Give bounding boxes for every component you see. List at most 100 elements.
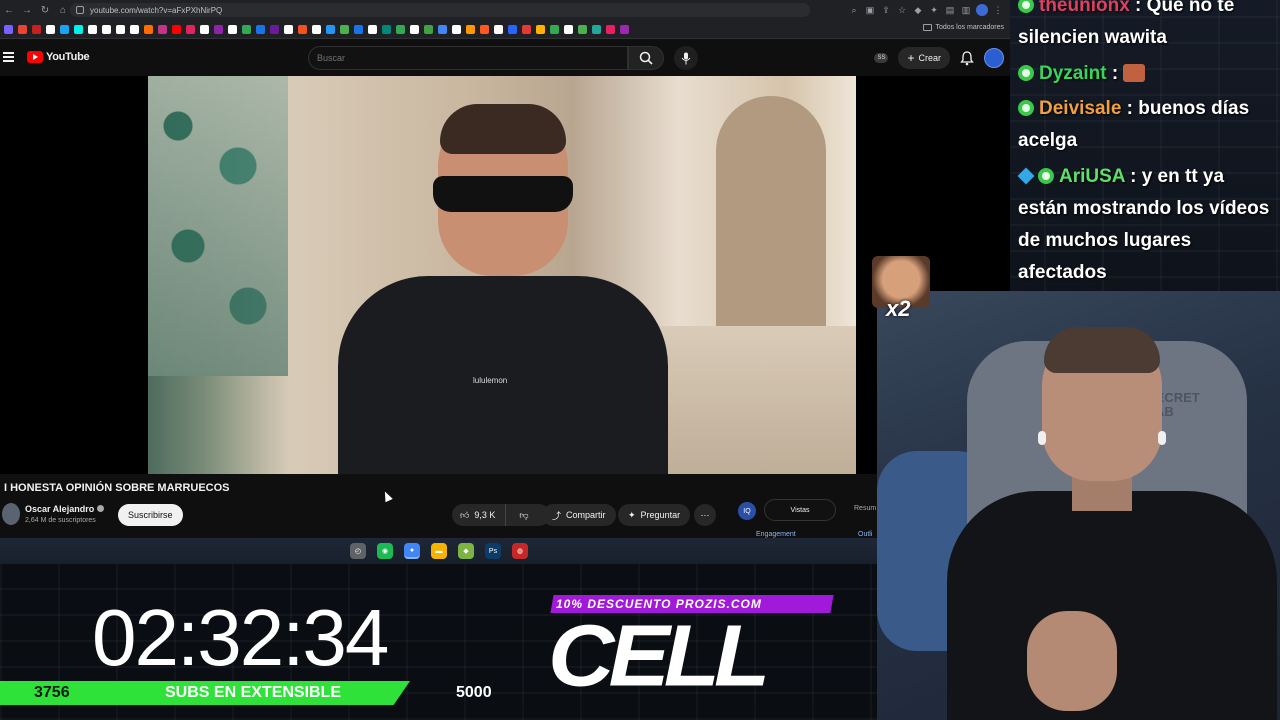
- install-icon[interactable]: ▣: [864, 4, 876, 16]
- reload-icon[interactable]: ↻: [36, 0, 54, 20]
- bookmark-icon[interactable]: [326, 24, 335, 34]
- share-page-icon[interactable]: ⇪: [880, 4, 892, 16]
- bookmark-icon[interactable]: [88, 24, 97, 34]
- bookmark-icon[interactable]: [354, 24, 363, 34]
- bookmark-icon[interactable]: [270, 24, 279, 34]
- bookmark-icon[interactable]: [256, 24, 265, 34]
- search-button[interactable]: [628, 46, 664, 70]
- obs-app-icon[interactable]: ◍: [512, 543, 528, 559]
- share-button[interactable]: ⤴ Compartir: [542, 504, 616, 526]
- sidebar-icon[interactable]: ▥: [960, 4, 972, 16]
- ask-button[interactable]: ✦ Preguntar: [618, 504, 691, 526]
- notifications-bell-icon[interactable]: [960, 50, 974, 66]
- bookmark-icon[interactable]: [228, 24, 237, 34]
- bookmark-icon[interactable]: [410, 24, 419, 34]
- bookmark-icon[interactable]: [494, 24, 503, 34]
- chat-username: AriUSA: [1059, 166, 1125, 187]
- account-avatar[interactable]: [984, 48, 1004, 68]
- url-field[interactable]: youtube.com/watch?v=aFxPXhNirPQ: [70, 3, 810, 17]
- notes-app-icon[interactable]: ◆: [458, 543, 474, 559]
- search-icon: [639, 51, 653, 65]
- video-player[interactable]: lululemon: [0, 76, 1010, 474]
- bookmark-icon[interactable]: [186, 24, 195, 34]
- extension-icon[interactable]: ◆: [912, 4, 924, 16]
- bookmark-icon[interactable]: [312, 24, 321, 34]
- tab-summary[interactable]: Resum: [854, 505, 876, 512]
- menu-icon[interactable]: [3, 52, 14, 62]
- extensions-puzzle-icon[interactable]: ✦: [928, 4, 940, 16]
- streamer-hand: [1027, 611, 1117, 711]
- bookmark-icon[interactable]: [340, 24, 349, 34]
- photoshop-app-icon[interactable]: Ps: [485, 543, 501, 559]
- channel-subscribers: 2,64 M de suscriptores: [25, 517, 96, 524]
- bookmark-icon[interactable]: [564, 24, 573, 34]
- bookmark-icon[interactable]: [130, 24, 139, 34]
- browser-menu-icon[interactable]: ⋮: [992, 4, 1004, 16]
- voice-search-button[interactable]: [674, 46, 698, 70]
- bookmark-icon[interactable]: [424, 24, 433, 34]
- bookmark-icon[interactable]: [32, 24, 41, 34]
- clock-app-icon[interactable]: ◴: [350, 543, 366, 559]
- bookmark-icon[interactable]: [396, 24, 405, 34]
- files-app-icon[interactable]: ▬: [431, 543, 447, 559]
- bookmark-icon[interactable]: [18, 24, 27, 34]
- vidiq-panel: IQ Vistas Resum Engagement Outli: [728, 494, 878, 538]
- stream-layout: ← → ↻ ⌂ youtube.com/watch?v=aFxPXhNirPQ …: [0, 0, 1280, 720]
- channel-name[interactable]: Oscar Alejandro: [25, 504, 105, 514]
- more-actions-button[interactable]: ⋯: [694, 504, 716, 526]
- all-bookmarks-folder[interactable]: Todos los marcadores: [922, 24, 1004, 31]
- bookmark-icon[interactable]: [452, 24, 461, 34]
- chat-overlay: theunionx : Que no te silencien wawita Dy…: [1012, 0, 1280, 290]
- bookmark-icon[interactable]: [592, 24, 601, 34]
- bookmark-icon[interactable]: [214, 24, 223, 34]
- bookmark-icon[interactable]: [368, 24, 377, 34]
- bookmark-icon[interactable]: [242, 24, 251, 34]
- bookmark-star-icon[interactable]: ☆: [896, 4, 908, 16]
- bookmark-icon[interactable]: [536, 24, 545, 34]
- bookmark-icon[interactable]: [438, 24, 447, 34]
- forward-icon[interactable]: →: [18, 0, 36, 20]
- bookmark-icon[interactable]: [158, 24, 167, 34]
- spotify-app-icon[interactable]: ◉: [377, 543, 393, 559]
- bookmark-icon[interactable]: [522, 24, 531, 34]
- chrome-app-icon[interactable]: ●: [404, 543, 420, 559]
- bookmark-icon[interactable]: [46, 24, 55, 34]
- bookmark-icon[interactable]: [550, 24, 559, 34]
- bookmark-icon[interactable]: [4, 24, 13, 34]
- youtube-logo[interactable]: YouTube: [27, 51, 90, 63]
- bookmark-icon[interactable]: [606, 24, 615, 34]
- bookmark-icon[interactable]: [60, 24, 69, 34]
- bookmark-icon[interactable]: [620, 24, 629, 34]
- video-frame[interactable]: lululemon: [148, 76, 856, 474]
- bookmark-icon[interactable]: [578, 24, 587, 34]
- ss-badge[interactable]: SS: [874, 53, 889, 63]
- cube-badge-icon: [1017, 167, 1035, 185]
- site-info-icon[interactable]: [76, 6, 84, 14]
- bookmark-icon[interactable]: [144, 24, 153, 34]
- zoom-icon[interactable]: ⌕: [848, 4, 860, 16]
- tab-views[interactable]: Vistas: [764, 499, 836, 521]
- bookmark-icon[interactable]: [508, 24, 517, 34]
- bookmark-icon[interactable]: [298, 24, 307, 34]
- back-icon[interactable]: ←: [0, 0, 18, 20]
- search-input[interactable]: [317, 53, 627, 63]
- bookmark-icon[interactable]: [466, 24, 475, 34]
- profile-avatar[interactable]: [976, 4, 988, 16]
- like-button[interactable]: 👍︎ 9,3 K: [452, 504, 507, 526]
- channel-avatar[interactable]: [2, 503, 20, 525]
- bookmark-icon[interactable]: [102, 24, 111, 34]
- bookmark-icon[interactable]: [284, 24, 293, 34]
- browser-toolbar-right: ⌕ ▣ ⇪ ☆ ◆ ✦ ▤ ▥ ⋮: [848, 0, 1004, 20]
- create-button[interactable]: + Crear: [898, 47, 950, 69]
- bookmark-icon[interactable]: [116, 24, 125, 34]
- bookmark-icon[interactable]: [480, 24, 489, 34]
- dislike-button[interactable]: 👎︎: [511, 510, 536, 521]
- bookmark-icon[interactable]: [74, 24, 83, 34]
- bookmark-icon[interactable]: [172, 24, 181, 34]
- subscribe-button[interactable]: Suscribirse: [118, 504, 183, 526]
- url-text: youtube.com/watch?v=aFxPXhNirPQ: [90, 5, 223, 15]
- vidiq-icon[interactable]: IQ: [738, 502, 756, 520]
- bookmark-icon[interactable]: [200, 24, 209, 34]
- tab-search-icon[interactable]: ▤: [944, 4, 956, 16]
- bookmark-icon[interactable]: [382, 24, 391, 34]
